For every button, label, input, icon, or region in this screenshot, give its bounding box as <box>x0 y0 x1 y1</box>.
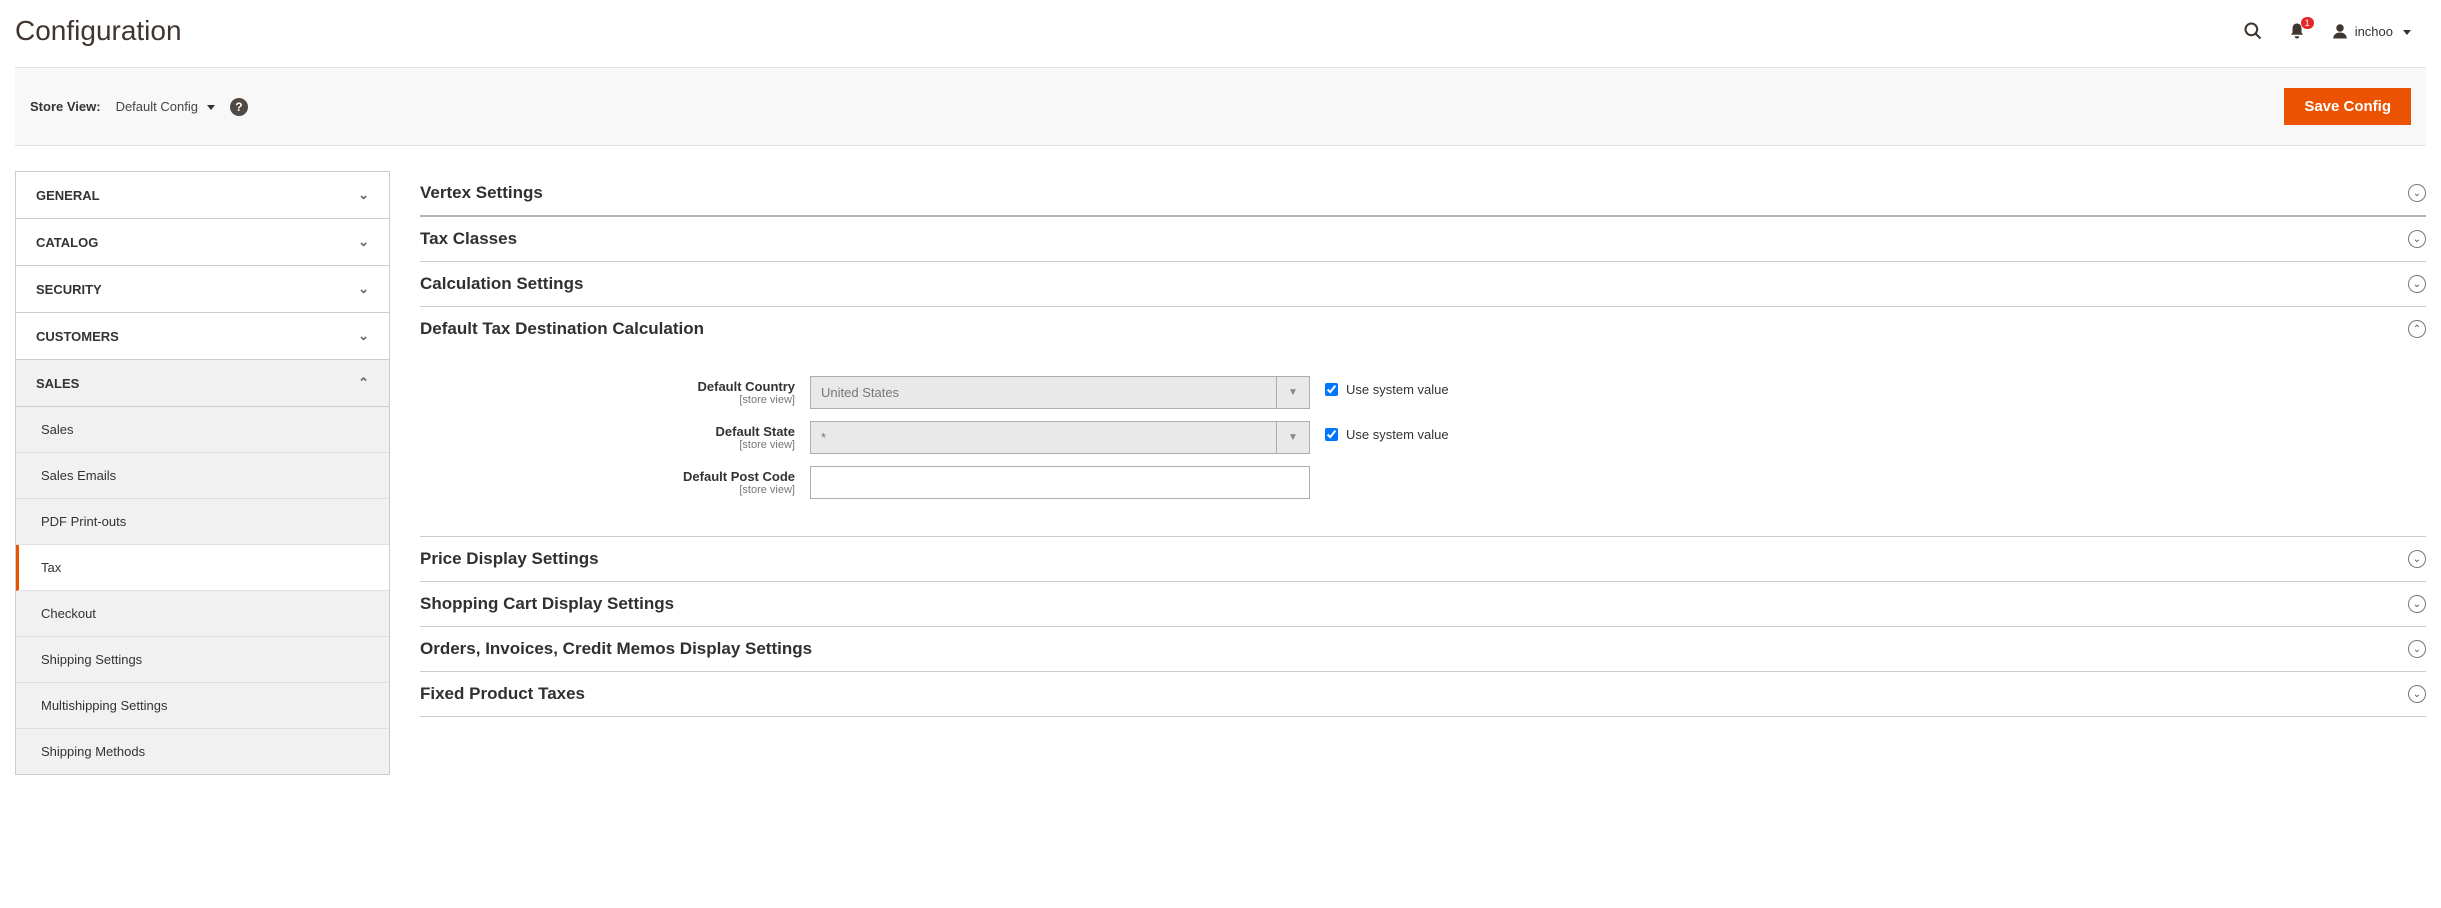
default-state-label: Default State <box>716 424 795 439</box>
section-orders-display[interactable]: Orders, Invoices, Credit Memos Display S… <box>420 627 2426 672</box>
sidebar-item-checkout[interactable]: Checkout <box>16 591 389 637</box>
sidebar-item-shipping-methods[interactable]: Shipping Methods <box>16 729 389 774</box>
sidebar-item-sales-emails[interactable]: Sales Emails <box>16 453 389 499</box>
config-sidebar: GENERAL ⌄ CATALOG ⌄ SECURITY ⌄ CUSTOMERS… <box>15 171 390 775</box>
chevron-down-icon: ⌄ <box>358 281 369 297</box>
help-icon[interactable]: ? <box>230 98 248 116</box>
section-default-tax-destination[interactable]: Default Tax Destination Calculation ⌃ <box>420 307 2426 351</box>
section-title: Vertex Settings <box>420 183 543 203</box>
expand-icon: ⌄ <box>2408 230 2426 248</box>
section-title: Calculation Settings <box>420 274 583 294</box>
section-vertex-settings[interactable]: Vertex Settings ⌄ <box>420 171 2426 217</box>
section-title: Default Tax Destination Calculation <box>420 319 704 339</box>
section-title: Shopping Cart Display Settings <box>420 594 674 614</box>
section-title: Orders, Invoices, Credit Memos Display S… <box>420 639 812 659</box>
section-title: Fixed Product Taxes <box>420 684 585 704</box>
save-config-button[interactable]: Save Config <box>2284 88 2411 125</box>
expand-icon: ⌄ <box>2408 595 2426 613</box>
sidebar-tab-general[interactable]: GENERAL ⌄ <box>16 172 389 219</box>
expand-icon: ⌄ <box>2408 550 2426 568</box>
scope-label: [store view] <box>420 439 795 451</box>
expand-icon: ⌄ <box>2408 685 2426 703</box>
section-fixed-product-taxes[interactable]: Fixed Product Taxes ⌄ <box>420 672 2426 717</box>
chevron-up-icon: ⌃ <box>358 375 369 391</box>
store-view-switcher[interactable]: Default Config <box>116 99 215 114</box>
scope-label: [store view] <box>420 484 795 496</box>
section-price-display[interactable]: Price Display Settings ⌄ <box>420 537 2426 582</box>
chevron-down-icon <box>203 99 215 114</box>
sidebar-item-multishipping[interactable]: Multishipping Settings <box>16 683 389 729</box>
chevron-down-icon: ▼ <box>1276 377 1309 408</box>
section-tax-classes[interactable]: Tax Classes ⌄ <box>420 217 2426 262</box>
default-postcode-label: Default Post Code <box>683 469 795 484</box>
scope-label: [store view] <box>420 394 795 406</box>
chevron-down-icon: ⌄ <box>358 187 369 203</box>
sidebar-item-pdf-printouts[interactable]: PDF Print-outs <box>16 499 389 545</box>
store-view-label: Store View: <box>30 99 101 114</box>
section-calculation-settings[interactable]: Calculation Settings ⌄ <box>420 262 2426 307</box>
expand-icon: ⌄ <box>2408 275 2426 293</box>
chevron-down-icon: ⌄ <box>358 234 369 250</box>
default-country-select: United States ▼ <box>810 376 1310 409</box>
sidebar-tab-label: GENERAL <box>36 188 100 203</box>
username: inchoo <box>2355 24 2393 39</box>
use-system-value-label: Use system value <box>1346 382 1449 397</box>
sidebar-tab-label: SECURITY <box>36 282 102 297</box>
section-title: Tax Classes <box>420 229 517 249</box>
notifications-icon[interactable]: 1 <box>2288 22 2306 40</box>
collapse-icon: ⌃ <box>2408 320 2426 338</box>
sidebar-tab-label: CATALOG <box>36 235 98 250</box>
sidebar-tab-customers[interactable]: CUSTOMERS ⌄ <box>16 313 389 360</box>
default-postcode-input[interactable] <box>810 466 1310 499</box>
search-icon[interactable] <box>2243 21 2263 41</box>
sidebar-item-shipping-settings[interactable]: Shipping Settings <box>16 637 389 683</box>
sidebar-tab-security[interactable]: SECURITY ⌄ <box>16 266 389 313</box>
use-system-value-country-checkbox[interactable] <box>1325 383 1338 396</box>
sidebar-tab-sales[interactable]: SALES ⌃ <box>16 360 389 407</box>
user-menu[interactable]: inchoo <box>2331 22 2411 40</box>
sidebar-tab-catalog[interactable]: CATALOG ⌄ <box>16 219 389 266</box>
section-cart-display[interactable]: Shopping Cart Display Settings ⌄ <box>420 582 2426 627</box>
sidebar-tab-label: SALES <box>36 376 79 391</box>
default-country-label: Default Country <box>698 379 796 394</box>
default-state-select: * ▼ <box>810 421 1310 454</box>
sidebar-item-tax[interactable]: Tax <box>16 545 389 591</box>
expand-icon: ⌄ <box>2408 640 2426 658</box>
sidebar-item-sales[interactable]: Sales <box>16 407 389 453</box>
section-title: Price Display Settings <box>420 549 599 569</box>
use-system-value-label: Use system value <box>1346 427 1449 442</box>
expand-icon: ⌄ <box>2408 184 2426 202</box>
sidebar-tab-label: CUSTOMERS <box>36 329 119 344</box>
chevron-down-icon: ▼ <box>1276 422 1309 453</box>
notification-badge: 1 <box>2301 17 2314 29</box>
use-system-value-state-checkbox[interactable] <box>1325 428 1338 441</box>
page-title: Configuration <box>15 15 182 47</box>
chevron-down-icon: ⌄ <box>358 328 369 344</box>
chevron-down-icon <box>2399 24 2411 39</box>
